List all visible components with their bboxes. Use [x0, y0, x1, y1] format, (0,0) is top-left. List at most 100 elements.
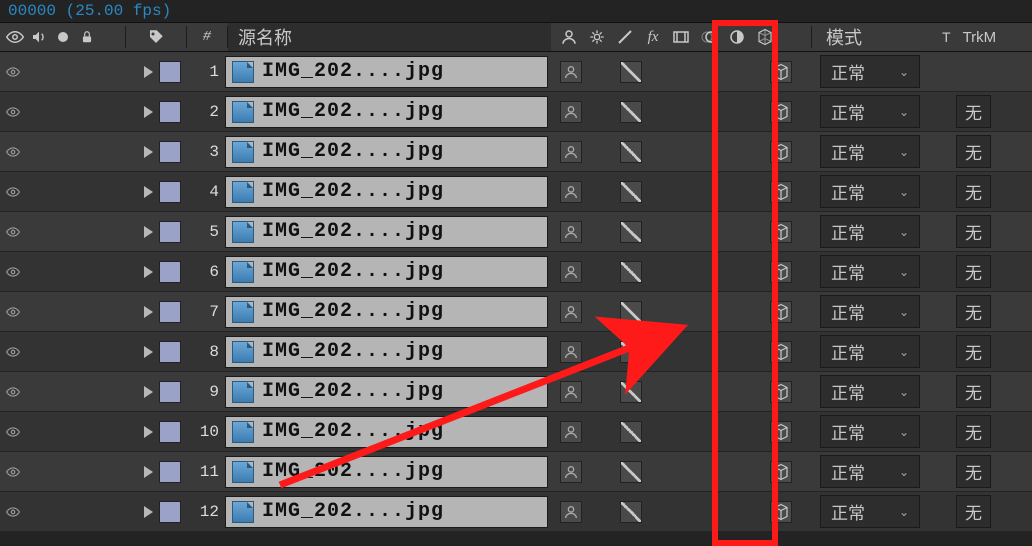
- quality-switch[interactable]: [620, 221, 642, 243]
- quality-switch[interactable]: [620, 141, 642, 163]
- adjustment-switch[interactable]: [740, 61, 762, 83]
- frameblend-switch[interactable]: [680, 221, 702, 243]
- motionblur-switch[interactable]: [710, 421, 732, 443]
- trkmat-dropdown[interactable]: 无: [956, 415, 991, 448]
- layer-row[interactable]: 10 IMG_202....jpg 正常 ⌄ 无: [0, 412, 1032, 452]
- label-color-swatch[interactable]: [159, 461, 181, 483]
- frameblend-icon[interactable]: [671, 28, 691, 46]
- quality-switch[interactable]: [620, 301, 642, 323]
- visibility-toggle[interactable]: [4, 143, 22, 161]
- quality-switch[interactable]: [620, 421, 642, 443]
- blend-mode-dropdown[interactable]: 正常 ⌄: [820, 375, 920, 408]
- layer-row[interactable]: 11 IMG_202....jpg 正常 ⌄ 无: [0, 452, 1032, 492]
- source-name-cell[interactable]: IMG_202....jpg: [225, 216, 548, 248]
- layer-row[interactable]: 9 IMG_202....jpg 正常 ⌄ 无: [0, 372, 1032, 412]
- label-color-swatch[interactable]: [159, 301, 181, 323]
- frameblend-switch[interactable]: [680, 341, 702, 363]
- fx-switch[interactable]: [650, 421, 672, 443]
- fx-icon[interactable]: fx: [643, 28, 663, 46]
- source-name-cell[interactable]: IMG_202....jpg: [225, 496, 548, 528]
- quality-switch[interactable]: [620, 461, 642, 483]
- blend-mode-dropdown[interactable]: 正常 ⌄: [820, 55, 920, 88]
- expand-triangle-icon[interactable]: [144, 306, 153, 318]
- label-color-swatch[interactable]: [159, 181, 181, 203]
- label-color-swatch[interactable]: [159, 141, 181, 163]
- shy-switch[interactable]: [560, 381, 582, 403]
- 3d-switch[interactable]: [770, 141, 792, 163]
- layer-row[interactable]: 3 IMG_202....jpg 正常 ⌄ 无: [0, 132, 1032, 172]
- visibility-toggle[interactable]: [4, 263, 22, 281]
- source-name-cell[interactable]: IMG_202....jpg: [225, 176, 548, 208]
- label-color-swatch[interactable]: [159, 221, 181, 243]
- trkmat-dropdown[interactable]: 无: [956, 375, 991, 408]
- motionblur-switch[interactable]: [710, 381, 732, 403]
- frameblend-switch[interactable]: [680, 501, 702, 523]
- shy-switch[interactable]: [560, 221, 582, 243]
- collapse-switch[interactable]: [590, 421, 612, 443]
- solo-icon[interactable]: [54, 28, 72, 46]
- fx-switch[interactable]: [650, 181, 672, 203]
- expand-triangle-icon[interactable]: [144, 466, 153, 478]
- shy-switch[interactable]: [560, 141, 582, 163]
- frameblend-switch[interactable]: [680, 461, 702, 483]
- source-name-cell[interactable]: IMG_202....jpg: [225, 56, 548, 88]
- expand-triangle-icon[interactable]: [144, 186, 153, 198]
- visibility-toggle[interactable]: [4, 343, 22, 361]
- frameblend-switch[interactable]: [680, 421, 702, 443]
- adjustment-switch[interactable]: [740, 221, 762, 243]
- shy-switch[interactable]: [560, 421, 582, 443]
- expand-triangle-icon[interactable]: [144, 386, 153, 398]
- 3d-icon[interactable]: [755, 28, 775, 46]
- 3d-switch[interactable]: [770, 381, 792, 403]
- shy-switch[interactable]: [560, 341, 582, 363]
- adjustment-switch[interactable]: [740, 381, 762, 403]
- eye-icon[interactable]: [6, 28, 24, 46]
- source-name-cell[interactable]: IMG_202....jpg: [225, 416, 548, 448]
- shy-switch[interactable]: [560, 261, 582, 283]
- blend-mode-dropdown[interactable]: 正常 ⌄: [820, 215, 920, 248]
- quality-switch[interactable]: [620, 261, 642, 283]
- layer-row[interactable]: 1 IMG_202....jpg 正常 ⌄: [0, 52, 1032, 92]
- layer-row[interactable]: 6 IMG_202....jpg 正常 ⌄ 无: [0, 252, 1032, 292]
- blend-mode-dropdown[interactable]: 正常 ⌄: [820, 415, 920, 448]
- visibility-toggle[interactable]: [4, 223, 22, 241]
- fx-switch[interactable]: [650, 461, 672, 483]
- 3d-switch[interactable]: [770, 221, 792, 243]
- 3d-switch[interactable]: [770, 341, 792, 363]
- visibility-toggle[interactable]: [4, 423, 22, 441]
- source-name-header[interactable]: 源名称: [228, 23, 551, 51]
- adjustment-switch[interactable]: [740, 301, 762, 323]
- layer-row[interactable]: 12 IMG_202....jpg 正常 ⌄ 无: [0, 492, 1032, 532]
- blend-mode-dropdown[interactable]: 正常 ⌄: [820, 135, 920, 168]
- adjustment-switch[interactable]: [740, 181, 762, 203]
- visibility-toggle[interactable]: [4, 463, 22, 481]
- expand-triangle-icon[interactable]: [144, 106, 153, 118]
- layer-row[interactable]: 8 IMG_202....jpg 正常 ⌄ 无: [0, 332, 1032, 372]
- mode-header[interactable]: 模式 T TrkM: [812, 24, 1032, 50]
- source-name-cell[interactable]: IMG_202....jpg: [225, 456, 548, 488]
- fx-switch[interactable]: [650, 61, 672, 83]
- motionblur-switch[interactable]: [710, 61, 732, 83]
- 3d-switch[interactable]: [770, 261, 792, 283]
- quality-switch[interactable]: [620, 181, 642, 203]
- shy-switch[interactable]: [560, 301, 582, 323]
- fx-switch[interactable]: [650, 101, 672, 123]
- quality-switch[interactable]: [620, 61, 642, 83]
- frameblend-switch[interactable]: [680, 301, 702, 323]
- trkmat-dropdown[interactable]: 无: [956, 455, 991, 488]
- layer-row[interactable]: 5 IMG_202....jpg 正常 ⌄ 无: [0, 212, 1032, 252]
- expand-triangle-icon[interactable]: [144, 346, 153, 358]
- 3d-switch[interactable]: [770, 301, 792, 323]
- collapse-switch[interactable]: [590, 181, 612, 203]
- fx-switch[interactable]: [650, 381, 672, 403]
- visibility-toggle[interactable]: [4, 63, 22, 81]
- trkmat-dropdown[interactable]: 无: [956, 255, 991, 288]
- shy-switch[interactable]: [560, 101, 582, 123]
- adjustment-switch[interactable]: [740, 421, 762, 443]
- fx-switch[interactable]: [650, 501, 672, 523]
- motionblur-switch[interactable]: [710, 181, 732, 203]
- source-name-cell[interactable]: IMG_202....jpg: [225, 376, 548, 408]
- shy-switch[interactable]: [560, 61, 582, 83]
- collapse-switch[interactable]: [590, 381, 612, 403]
- frameblend-switch[interactable]: [680, 381, 702, 403]
